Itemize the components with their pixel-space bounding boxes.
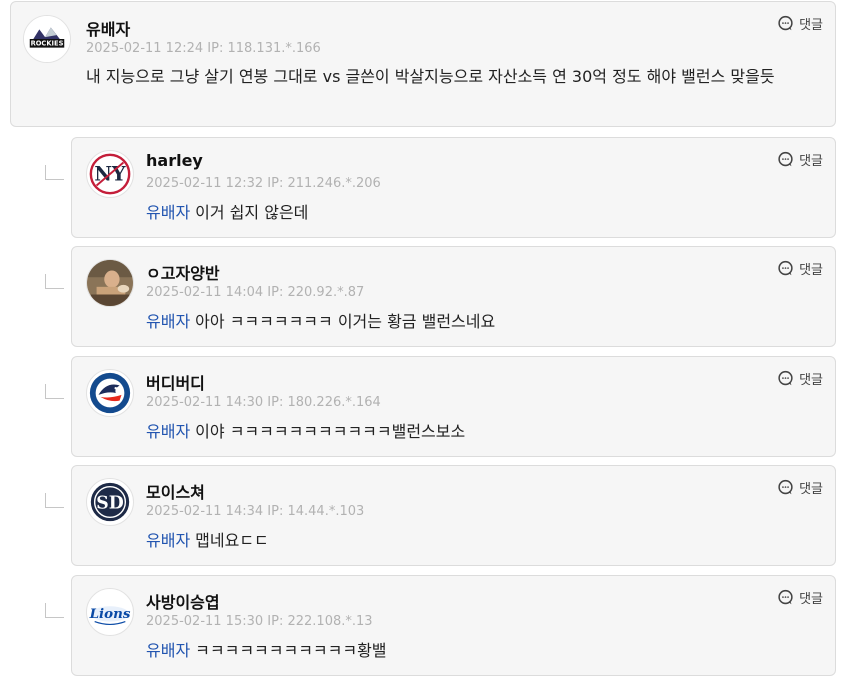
comment-ip: IP: 220.92.*.87 bbox=[267, 285, 365, 300]
comment-timestamp: 2025-02-11 14:34 bbox=[146, 504, 264, 519]
reply-comment: 버디버디 2025-02-11 14:30 IP: 180.226.*.164 … bbox=[71, 356, 836, 457]
comment-meta: 2025-02-11 14:30 IP: 180.226.*.164 bbox=[146, 395, 381, 410]
speech-bubble-icon bbox=[778, 260, 793, 276]
reply-text: 이야 ㅋㅋㅋㅋㅋㅋㅋㅋㅋㅋㅋ밸런스보소 bbox=[195, 422, 466, 441]
comment-ip: IP: 222.108.*.13 bbox=[267, 614, 373, 629]
reply-button[interactable]: 댓글 bbox=[777, 259, 823, 278]
reply-text: 이거 쉽지 않은데 bbox=[195, 203, 309, 222]
avatar-padres-logo[interactable]: SD bbox=[86, 478, 134, 526]
reply-button[interactable]: 댓글 bbox=[777, 478, 823, 497]
comment-author[interactable]: 버디버디 bbox=[146, 370, 205, 394]
comment-timestamp: 2025-02-11 15:30 bbox=[146, 614, 264, 629]
reply-connector bbox=[45, 493, 64, 508]
comment-ip: IP: 118.131.*.166 bbox=[207, 41, 321, 56]
avatar-yankees-logo[interactable]: NY bbox=[86, 150, 134, 198]
speech-bubble-icon bbox=[778, 479, 793, 495]
reply-text: 맵네요ㄷㄷ bbox=[195, 531, 269, 550]
comment-author[interactable]: harley bbox=[146, 151, 203, 170]
reply-label: 댓글 bbox=[799, 592, 823, 607]
comment-meta: 2025-02-11 14:34 IP: 14.44.*.103 bbox=[146, 504, 364, 519]
comment-timestamp: 2025-02-11 14:04 bbox=[146, 285, 264, 300]
svg-text:Lions: Lions bbox=[89, 606, 131, 622]
mention-link[interactable]: 유배자 bbox=[146, 203, 190, 222]
reply-button[interactable]: 댓글 bbox=[777, 369, 823, 388]
avatar-rockies-logo[interactable]: ROCKIES bbox=[23, 15, 71, 63]
comment-meta: 2025-02-11 12:24 IP: 118.131.*.166 bbox=[86, 41, 321, 56]
avatar-bluejays-logo[interactable] bbox=[86, 369, 134, 417]
mention-link[interactable]: 유배자 bbox=[146, 641, 190, 660]
reply-label: 댓글 bbox=[799, 154, 823, 169]
mention-link[interactable]: 유배자 bbox=[146, 312, 190, 331]
svg-text:ROCKIES: ROCKIES bbox=[31, 40, 64, 48]
speech-bubble-icon bbox=[778, 151, 793, 167]
avatar-photo[interactable] bbox=[86, 259, 134, 307]
reply-label: 댓글 bbox=[799, 263, 823, 278]
comment-text: 유배자 맵네요ㄷㄷ bbox=[146, 528, 269, 554]
comment-meta: 2025-02-11 14:04 IP: 220.92.*.87 bbox=[146, 285, 364, 300]
comment-text: 유배자 이거 쉽지 않은데 bbox=[146, 200, 308, 226]
reply-comment: SD 모이스쳐 2025-02-11 14:34 IP: 14.44.*.103… bbox=[71, 465, 836, 566]
reply-text: 아아 ㅋㅋㅋㅋㅋㅋㅋ 이거는 황금 밸런스네요 bbox=[195, 312, 496, 331]
reply-connector bbox=[45, 603, 64, 618]
reply-button[interactable]: 댓글 bbox=[777, 588, 823, 607]
comment-timestamp: 2025-02-11 12:24 bbox=[86, 41, 204, 56]
mention-link[interactable]: 유배자 bbox=[146, 531, 190, 550]
comment-ip: IP: 211.246.*.206 bbox=[267, 176, 381, 191]
reply-label: 댓글 bbox=[799, 18, 823, 33]
comment-author[interactable]: 모이스쳐 bbox=[146, 479, 205, 503]
reply-connector bbox=[45, 274, 64, 289]
comment-main: ROCKIES 유배자 2025-02-11 12:24 IP: 118.131… bbox=[10, 1, 836, 127]
reply-connector bbox=[45, 384, 64, 399]
reply-comment: NY harley 2025-02-11 12:32 IP: 211.246.*… bbox=[71, 137, 836, 238]
mention-link[interactable]: 유배자 bbox=[146, 422, 190, 441]
comment-meta: 2025-02-11 12:32 IP: 211.246.*.206 bbox=[146, 176, 381, 191]
speech-bubble-icon bbox=[778, 589, 793, 605]
comment-meta: 2025-02-11 15:30 IP: 222.108.*.13 bbox=[146, 614, 373, 629]
svg-text:SD: SD bbox=[96, 494, 123, 514]
comment-timestamp: 2025-02-11 14:30 bbox=[146, 395, 264, 410]
comment-author[interactable]: 유배자 bbox=[86, 16, 130, 40]
comment-text: 유배자 ㅋㅋㅋㅋㅋㅋㅋㅋㅋㅋㅋ황밸 bbox=[146, 638, 387, 664]
comment-text: 유배자 아아 ㅋㅋㅋㅋㅋㅋㅋ 이거는 황금 밸런스네요 bbox=[146, 309, 495, 335]
reply-text: ㅋㅋㅋㅋㅋㅋㅋㅋㅋㅋㅋ황밸 bbox=[195, 641, 387, 660]
comment-text: 유배자 이야 ㅋㅋㅋㅋㅋㅋㅋㅋㅋㅋㅋ밸런스보소 bbox=[146, 419, 465, 445]
comment-author[interactable]: 사방이승엽 bbox=[146, 589, 220, 613]
comment-timestamp: 2025-02-11 12:32 bbox=[146, 176, 264, 191]
reply-connector bbox=[45, 165, 64, 180]
avatar-lions-logo[interactable]: Lions bbox=[86, 588, 134, 636]
reply-comment: Lions 사방이승엽 2025-02-11 15:30 IP: 222.108… bbox=[71, 575, 836, 676]
comment-ip: IP: 14.44.*.103 bbox=[267, 504, 365, 519]
comment-text: 내 지능으로 그냥 살기 연봉 그대로 vs 글쓴이 박살지능으로 자산소득 연… bbox=[86, 67, 775, 86]
reply-label: 댓글 bbox=[799, 482, 823, 497]
reply-label: 댓글 bbox=[799, 373, 823, 388]
comment-ip: IP: 180.226.*.164 bbox=[267, 395, 381, 410]
speech-bubble-icon bbox=[778, 370, 793, 386]
speech-bubble-icon bbox=[778, 15, 793, 31]
reply-button[interactable]: 댓글 bbox=[777, 150, 823, 169]
reply-comment: ㅇ고자양반 2025-02-11 14:04 IP: 220.92.*.87 유… bbox=[71, 246, 836, 347]
comment-author[interactable]: ㅇ고자양반 bbox=[146, 260, 220, 284]
reply-button[interactable]: 댓글 bbox=[777, 14, 823, 33]
comment-thread: ROCKIES 유배자 2025-02-11 12:24 IP: 118.131… bbox=[0, 0, 850, 682]
